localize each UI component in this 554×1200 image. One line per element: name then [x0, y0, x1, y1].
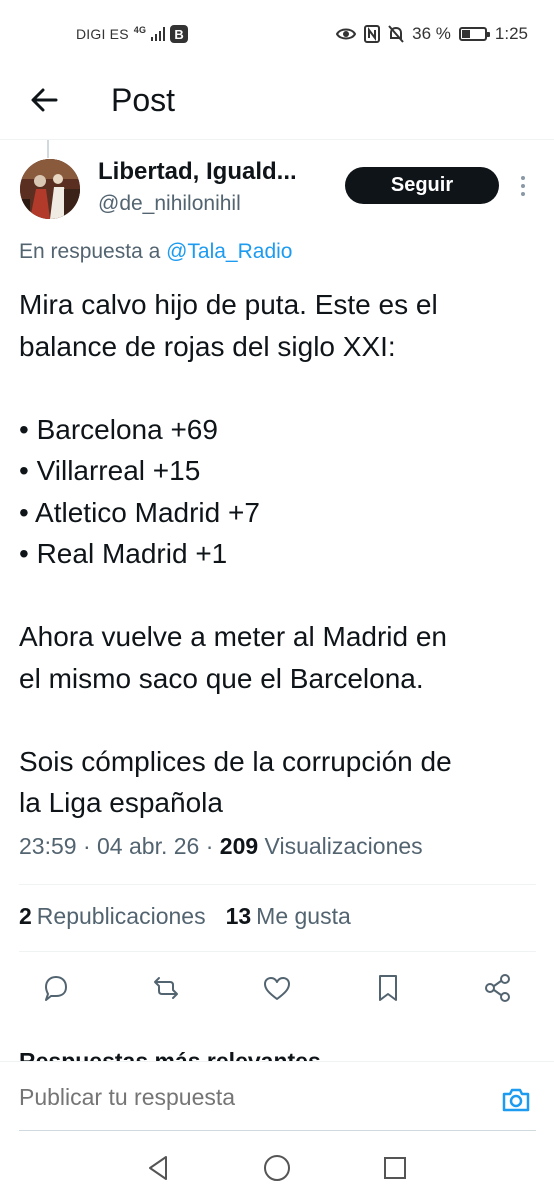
tweet-text: Mira calvo hijo de puta. Este es el bala… — [19, 284, 539, 824]
status-right: 36 % 1:25 — [336, 24, 528, 44]
carrier-name: DIGI ES — [76, 26, 129, 42]
likes-label: Me gusta — [256, 903, 351, 929]
tweet-line: Mira calvo hijo de puta. Este es el — [19, 289, 438, 320]
clock: 1:25 — [494, 24, 528, 43]
eye-icon — [336, 28, 357, 40]
repost-icon — [154, 977, 178, 999]
author-name[interactable]: Libertad, Iguald... — [98, 158, 297, 186]
nav-home-button[interactable] — [262, 1153, 292, 1183]
status-bar: DIGI ES 4G B 36 % 1:25 — [0, 0, 554, 68]
bookmark-icon — [379, 975, 397, 1001]
tweet-line: • Barcelona +69 — [19, 413, 218, 445]
network-type: 4G — [133, 25, 147, 35]
battery-icon — [458, 27, 490, 41]
share-button[interactable] — [482, 972, 514, 1004]
reposts-count: 2 — [19, 903, 32, 929]
thread-line — [47, 140, 49, 158]
camera-button[interactable] — [500, 1084, 532, 1116]
avatar-image — [20, 159, 80, 219]
chevron-down-icon: ⌄ — [327, 1048, 347, 1062]
nav-back-button[interactable] — [144, 1153, 174, 1183]
tweet-line: la Liga española — [19, 787, 223, 818]
meta-separator: · — [205, 833, 220, 859]
tweet-line: Sois cómplices de la corrupción de — [19, 745, 452, 777]
author-handle[interactable]: @de_nihilonihil — [98, 192, 241, 216]
like-button[interactable] — [261, 972, 293, 1004]
likes-count: 13 — [225, 903, 252, 929]
page-title: Post — [111, 82, 176, 118]
triangle-back-icon — [149, 1156, 167, 1180]
reply-mention-link[interactable]: @Tala_Radio — [166, 240, 292, 263]
more-options-icon[interactable] — [514, 172, 532, 200]
back-button[interactable] — [26, 82, 62, 118]
bookmark-button[interactable] — [372, 972, 404, 1004]
divider — [19, 951, 536, 952]
tweet-date[interactable]: 04 abr. 26 — [97, 833, 199, 859]
reply-icon — [45, 976, 67, 1001]
reposts-stat[interactable]: 2 Republicaciones — [19, 903, 206, 930]
action-bar — [0, 964, 554, 1014]
nfc-icon — [364, 25, 381, 43]
nav-recents-button[interactable] — [380, 1153, 410, 1183]
tweet-line: • Atletico Madrid +7 — [19, 496, 260, 528]
tweet-line: • Villarreal +15 — [19, 455, 201, 486]
input-underline — [19, 1130, 536, 1131]
battery-percent: 36 % — [412, 24, 451, 43]
follow-button[interactable]: Seguir — [345, 167, 499, 204]
tweet-line: balance de rojas del siglo XXI: — [19, 330, 396, 362]
share-icon — [485, 974, 510, 1002]
tweet-line-break — [19, 699, 539, 741]
page-header: Post — [0, 68, 554, 140]
circle-home-icon — [264, 1155, 290, 1181]
reply-composer — [0, 1061, 554, 1133]
likes-stat[interactable]: 13 Me gusta — [226, 903, 351, 930]
repost-button[interactable] — [150, 972, 182, 1004]
avatar[interactable] — [20, 159, 80, 219]
replies-section-label[interactable]: Respuestas más relevantes ⌄ — [19, 1046, 346, 1062]
meta-separator: · — [82, 833, 98, 859]
heart-icon — [264, 977, 290, 1000]
replies-section-text: Respuestas más relevantes — [19, 1048, 321, 1062]
arrow-left-icon — [31, 88, 58, 112]
camera-icon — [502, 1088, 530, 1112]
mute-bell-icon — [388, 25, 404, 43]
reply-context: En respuesta a @Tala_Radio — [19, 240, 292, 264]
square-recents-icon — [384, 1157, 406, 1179]
views-count: 209 — [219, 833, 259, 859]
tweet-line-break — [19, 367, 539, 409]
reply-prefix: En respuesta a — [19, 240, 167, 263]
tweet-stats: 2 Republicaciones 13 Me gusta — [19, 903, 351, 930]
system-nav-bar — [0, 1133, 554, 1200]
reply-input[interactable] — [19, 1084, 479, 1111]
signal-icon — [151, 27, 166, 41]
tweet-meta: 23:59 · 04 abr. 26 · 209 Visualizaciones — [19, 833, 423, 860]
carrier-info: DIGI ES 4G B — [76, 25, 189, 43]
b-badge-icon: B — [170, 25, 189, 43]
tweet-line-break — [19, 575, 539, 617]
views-label: Visualizaciones — [264, 833, 423, 859]
tweet-line: el mismo saco que el Barcelona. — [19, 662, 424, 694]
tweet-line: Ahora vuelve a meter al Madrid en — [19, 621, 447, 652]
tweet-time[interactable]: 23:59 — [19, 833, 77, 859]
reply-button[interactable] — [40, 972, 72, 1004]
reposts-label: Republicaciones — [36, 903, 206, 929]
divider — [19, 884, 536, 885]
tweet-line: • Real Madrid +1 — [19, 538, 228, 569]
